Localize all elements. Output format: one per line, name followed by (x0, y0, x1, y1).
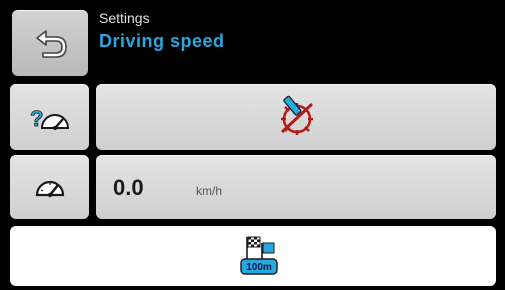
calibration-button[interactable]: 100m (10, 226, 496, 286)
speed-source-selector[interactable] (96, 84, 496, 150)
speed-readout (96, 155, 496, 219)
speed-source-help-button[interactable]: ? (10, 84, 89, 150)
distance-badge-label: 100m (246, 262, 272, 273)
header: Settings Driving speed (99, 10, 225, 52)
section-label: Settings (99, 10, 150, 26)
speed-sensor-crossed-out-icon (280, 95, 314, 135)
speed-unit: km/h (196, 184, 223, 198)
back-button[interactable] (12, 10, 88, 76)
page-title: Driving speed (99, 31, 225, 51)
speedometer-icon-tile (10, 155, 89, 219)
screen: Settings Driving speed ? 0.0 km/h 100m (0, 0, 505, 290)
speed-value: 0.0 (113, 175, 144, 200)
speedometer-icon (35, 180, 65, 198)
back-arrow-icon (36, 30, 67, 58)
speedometer-question-icon: ? (30, 106, 70, 131)
